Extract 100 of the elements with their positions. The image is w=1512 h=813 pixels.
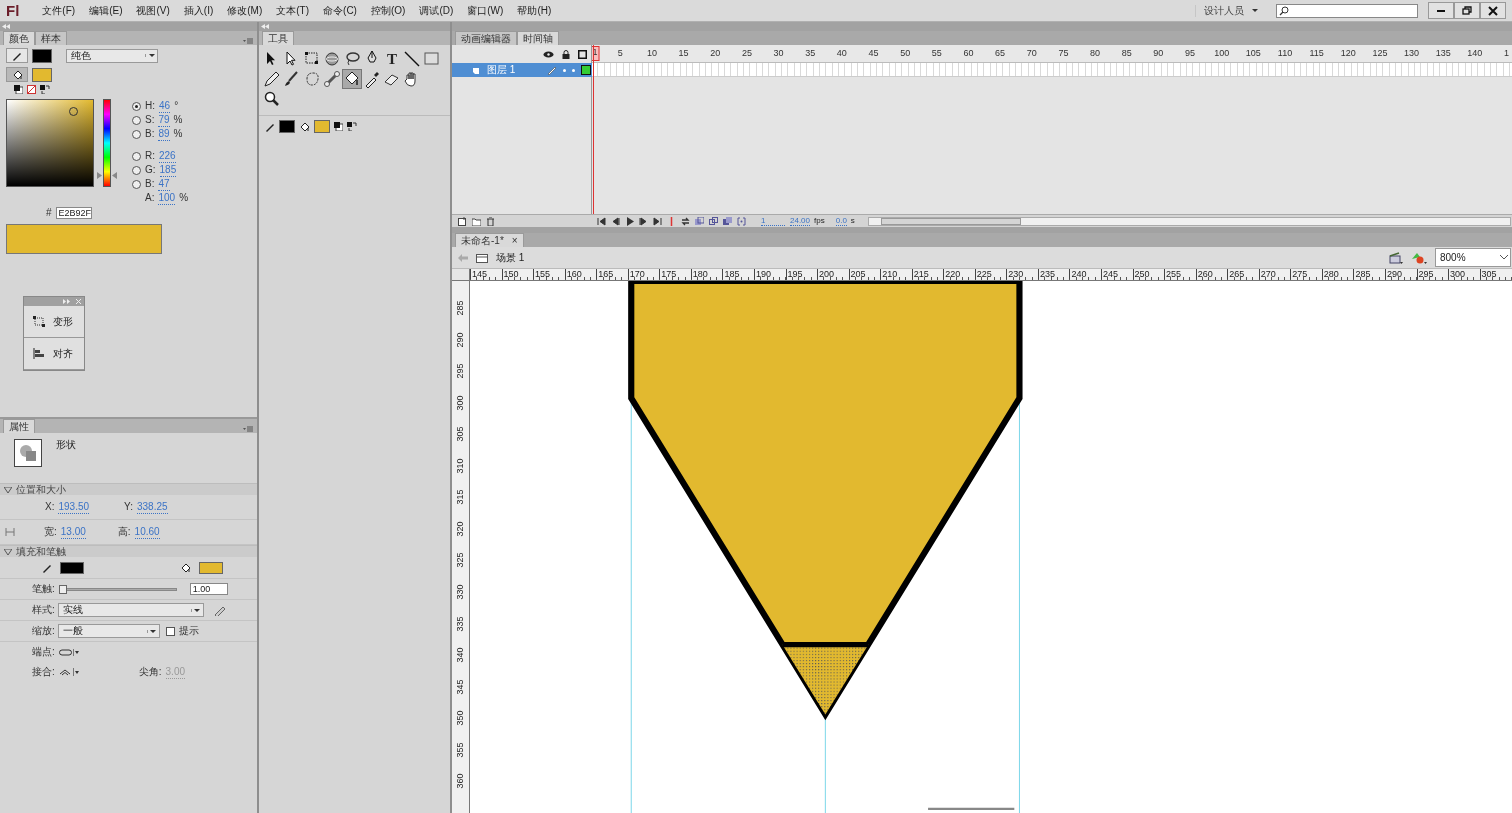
swap-colors-icon[interactable] <box>40 85 50 94</box>
trash-icon[interactable] <box>486 216 495 226</box>
tool-button[interactable] <box>402 49 422 69</box>
step-back-icon[interactable] <box>611 216 620 226</box>
window-button[interactable] <box>1480 2 1506 19</box>
edit-scene-icon[interactable] <box>1389 251 1403 264</box>
first-frame-icon[interactable] <box>597 216 606 226</box>
panel-tab[interactable]: 样本 <box>35 31 67 45</box>
tool-button[interactable]: T <box>382 49 402 69</box>
document-tab[interactable]: 未命名-1* <box>461 235 504 247</box>
pencil-tip-drawing[interactable] <box>628 281 1023 721</box>
frame-number: 45 <box>868 48 879 59</box>
menu-item[interactable]: 编辑(E) <box>82 4 130 17</box>
collapse-triangle-icon[interactable] <box>4 548 12 555</box>
menu-item[interactable]: 文本(T) <box>269 4 317 17</box>
edit-frames-icon[interactable] <box>723 216 732 226</box>
hex-field[interactable]: E2B92F <box>55 207 92 219</box>
field-label: A: <box>145 192 155 204</box>
panel-button[interactable]: 对齐 <box>24 338 84 370</box>
ruler-number: 250 <box>1132 269 1150 279</box>
frame-number: 125 <box>1372 48 1388 59</box>
window-button[interactable] <box>1428 2 1454 19</box>
onion-skin-icon[interactable] <box>695 216 704 226</box>
window-button[interactable] <box>1454 2 1480 19</box>
fill-type-dropdown[interactable]: 纯色 <box>66 48 158 63</box>
dot-icon <box>563 68 566 72</box>
tool-button[interactable] <box>342 69 362 89</box>
radio-button[interactable] <box>132 151 141 161</box>
stroke-swatch[interactable] <box>32 48 52 63</box>
ruler-number: 305 <box>455 425 465 444</box>
default-colors-icon[interactable] <box>334 122 343 131</box>
horizontal-scrollbar[interactable] <box>867 216 1511 226</box>
fill-color-button[interactable] <box>6 67 28 82</box>
stroke-color-button[interactable] <box>6 48 28 63</box>
unit-label: s <box>850 215 855 227</box>
new-layer-icon[interactable] <box>458 216 467 226</box>
menu-item[interactable]: 命令(C) <box>316 4 364 17</box>
menu-item[interactable]: 插入(I) <box>176 4 221 17</box>
zoom-dropdown[interactable]: 800% <box>1435 248 1511 267</box>
stroke-swatch[interactable] <box>279 120 295 133</box>
checkbox[interactable] <box>165 626 175 636</box>
panel-tab[interactable]: 工具 <box>262 31 294 45</box>
panel-tab[interactable]: 动画编辑器 <box>455 31 517 45</box>
workspace-switcher[interactable]: 设计人员 <box>1204 4 1244 17</box>
scale-dropdown[interactable]: 一般 <box>57 624 160 638</box>
menu-item[interactable]: 文件(F) <box>35 4 83 17</box>
onion-range-icon[interactable] <box>737 216 746 226</box>
menu-item[interactable]: 帮助(H) <box>510 4 559 17</box>
fill-swatch[interactable] <box>199 561 223 574</box>
slider-thumb[interactable] <box>58 584 67 594</box>
ruler-number: 315 <box>455 488 465 507</box>
step-forward-icon[interactable] <box>639 216 648 226</box>
panel-tab[interactable]: 颜色 <box>3 31 35 45</box>
loop-icon[interactable] <box>681 216 690 226</box>
outline-icon[interactable] <box>578 49 587 59</box>
search-field[interactable] <box>1276 3 1418 18</box>
caret-icon[interactable] <box>1252 9 1258 12</box>
panel-tab[interactable]: 属性 <box>3 419 35 433</box>
menu-item[interactable]: 窗口(W) <box>460 4 511 17</box>
stroke-swatch[interactable] <box>60 561 84 574</box>
fill-swatch[interactable] <box>314 120 330 133</box>
panel-button[interactable]: 变形 <box>24 306 84 338</box>
restore-icon <box>1460 4 1474 17</box>
panel-tab[interactable]: 时间轴 <box>517 31 559 45</box>
onion-outline-icon[interactable] <box>709 216 718 226</box>
saturation-brightness-picker[interactable] <box>6 99 94 187</box>
menu-item[interactable]: 控制(O) <box>363 4 413 17</box>
radio-button[interactable] <box>132 179 141 189</box>
default-colors-icon[interactable] <box>14 85 23 94</box>
edit-symbols-icon[interactable] <box>1411 251 1427 264</box>
radio-button[interactable] <box>132 129 141 139</box>
radio-button[interactable] <box>132 101 141 111</box>
scrollbar-thumb[interactable] <box>928 807 1015 810</box>
pencil-icon[interactable] <box>213 604 226 616</box>
tool-button[interactable] <box>262 69 282 89</box>
eye-icon[interactable] <box>543 50 554 58</box>
stroke-width-field[interactable]: 1.00 <box>189 583 228 595</box>
radio-button[interactable] <box>132 165 141 175</box>
play-icon[interactable] <box>625 216 634 226</box>
search-icon <box>1279 5 1289 16</box>
swap-colors-icon[interactable] <box>347 122 357 131</box>
stroke-style-dropdown[interactable]: 实线 <box>57 603 204 617</box>
close-tab-button[interactable]: × <box>511 235 518 247</box>
lock-icon[interactable] <box>562 49 570 59</box>
menu-item[interactable]: 视图(V) <box>129 4 177 17</box>
cap-style-icon[interactable] <box>58 648 79 656</box>
ruler-number: 195 <box>785 269 803 279</box>
last-frame-icon[interactable] <box>653 216 662 226</box>
folder-icon[interactable] <box>472 216 481 226</box>
caret-icon <box>150 629 157 633</box>
collapse-triangle-icon[interactable] <box>4 486 12 493</box>
no-color-icon[interactable] <box>27 85 36 94</box>
radio-button[interactable] <box>132 115 141 125</box>
fill-swatch[interactable] <box>32 67 52 82</box>
join-style-icon[interactable] <box>58 668 79 676</box>
scene-name[interactable]: 场景 1 <box>496 251 525 264</box>
tool-button[interactable] <box>322 49 342 69</box>
menu-item[interactable]: 调试(D) <box>412 4 461 17</box>
stroke-slider[interactable] <box>58 584 177 594</box>
menu-item[interactable]: 修改(M) <box>220 4 270 17</box>
